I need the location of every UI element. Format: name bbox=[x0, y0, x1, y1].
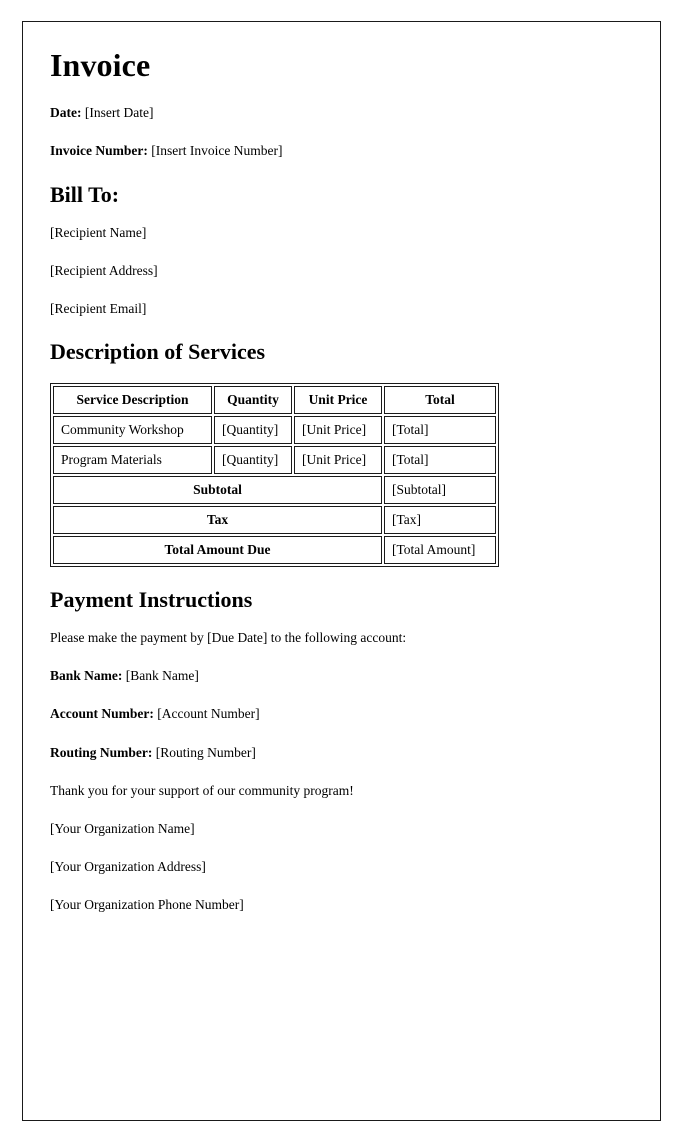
column-header-total: Total bbox=[384, 385, 496, 414]
cell-unit-price: [Unit Price] bbox=[294, 415, 382, 444]
services-table: Service Description Quantity Unit Price … bbox=[50, 382, 499, 567]
tax-row: Tax [Tax] bbox=[53, 505, 496, 534]
account-number-label: Account Number: bbox=[50, 706, 154, 722]
table-row: Program Materials [Quantity] [Unit Price… bbox=[53, 445, 496, 474]
table-row: Community Workshop [Quantity] [Unit Pric… bbox=[53, 415, 496, 444]
table-header-row: Service Description Quantity Unit Price … bbox=[53, 385, 496, 414]
total-amount-due-label: Total Amount Due bbox=[53, 535, 382, 564]
closing-block: Thank you for your support of our commun… bbox=[50, 783, 632, 914]
subtotal-value: [Subtotal] bbox=[384, 475, 496, 504]
recipient-name: [Recipient Name] bbox=[50, 224, 147, 240]
invoice-date-value: [Insert Date] bbox=[84, 105, 154, 121]
subtotal-row: Subtotal [Subtotal] bbox=[53, 475, 496, 504]
tax-value: [Tax] bbox=[384, 505, 496, 534]
services-heading: Description of Services bbox=[50, 339, 266, 365]
payment-intro-text: Please make the payment by [Due Date] to… bbox=[50, 630, 407, 646]
invoice-date-line: Date: [Insert Date] bbox=[50, 105, 632, 121]
bill-to-heading: Bill To: bbox=[50, 181, 120, 207]
invoice-number-value: [Insert Invoice Number] bbox=[151, 143, 283, 159]
invoice-date-label: Date: bbox=[50, 105, 82, 121]
bank-name-value: [Bank Name] bbox=[125, 668, 199, 684]
document-page: Invoice Date: [Insert Date] Invoice Numb… bbox=[22, 21, 661, 1121]
routing-number-line: Routing Number: [Routing Number] bbox=[50, 745, 632, 761]
payment-instructions-heading: Payment Instructions bbox=[50, 586, 253, 612]
document-body: Invoice Date: [Insert Date] Invoice Numb… bbox=[23, 22, 660, 914]
cell-quantity: [Quantity] bbox=[214, 445, 292, 474]
thank-you-text: Thank you for your support of our commun… bbox=[50, 782, 354, 798]
organization-name: [Your Organization Name] bbox=[50, 820, 195, 836]
column-header-unit-price: Unit Price bbox=[294, 385, 382, 414]
account-number-line: Account Number: [Account Number] bbox=[50, 706, 632, 722]
recipient-address: [Recipient Address] bbox=[50, 263, 158, 279]
tax-label: Tax bbox=[53, 505, 382, 534]
organization-address: [Your Organization Address] bbox=[50, 859, 206, 875]
column-header-service-description: Service Description bbox=[53, 385, 212, 414]
cell-service-description: Program Materials bbox=[53, 445, 212, 474]
cell-service-description: Community Workshop bbox=[53, 415, 212, 444]
routing-number-label: Routing Number: bbox=[50, 744, 153, 760]
account-number-value: [Account Number] bbox=[157, 706, 260, 722]
page-title: Invoice bbox=[50, 47, 151, 83]
subtotal-label: Subtotal bbox=[53, 475, 382, 504]
bank-name-label: Bank Name: bbox=[50, 668, 123, 684]
cell-total: [Total] bbox=[384, 415, 496, 444]
invoice-number-label: Invoice Number: bbox=[50, 143, 148, 159]
cell-total: [Total] bbox=[384, 445, 496, 474]
recipient-email: [Recipient Email] bbox=[50, 301, 147, 317]
invoice-number-line: Invoice Number: [Insert Invoice Number] bbox=[50, 143, 632, 159]
total-amount-due-value: [Total Amount] bbox=[384, 535, 496, 564]
cell-quantity: [Quantity] bbox=[214, 415, 292, 444]
total-amount-due-row: Total Amount Due [Total Amount] bbox=[53, 535, 496, 564]
cell-unit-price: [Unit Price] bbox=[294, 445, 382, 474]
bank-name-line: Bank Name: [Bank Name] bbox=[50, 668, 632, 684]
column-header-quantity: Quantity bbox=[214, 385, 292, 414]
routing-number-value: [Routing Number] bbox=[155, 744, 256, 760]
